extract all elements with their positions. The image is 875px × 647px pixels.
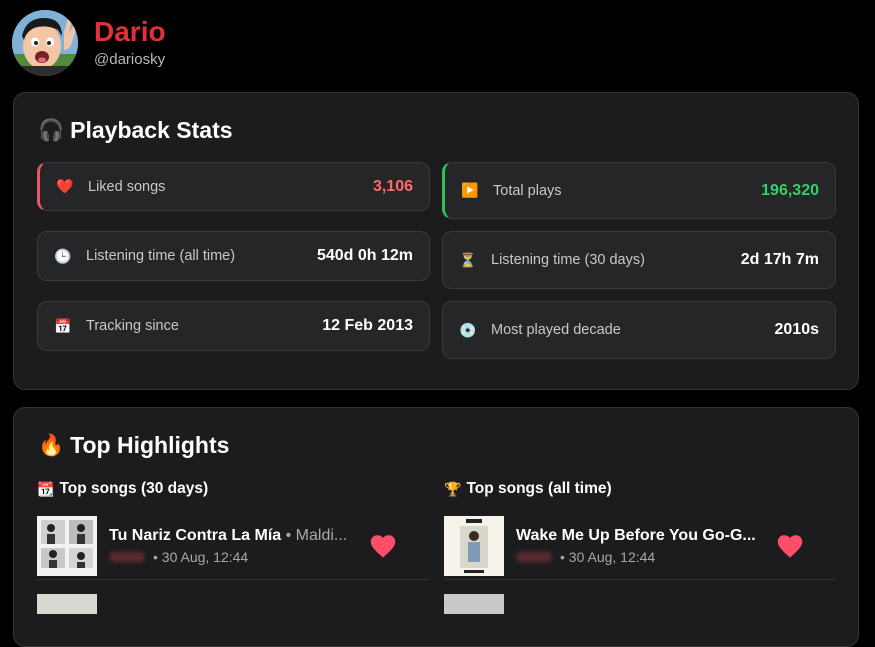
headphones-icon: 🎧 xyxy=(38,118,65,142)
album-cover[interactable] xyxy=(37,515,97,576)
stat-listening-time-all: 🕒 Listening time (all time) 540d 0h 12m xyxy=(37,231,430,281)
stat-tracking-since: 📅 Tracking since 12 Feb 2013 xyxy=(37,301,430,351)
heart-icon[interactable] xyxy=(776,533,804,559)
stat-listening-time-30d: ⏳ Listening time (30 days) 2d 17h 7m xyxy=(442,231,836,289)
top-songs-alltime-title: 🏆 Top songs (all time) xyxy=(444,480,612,497)
song-meta: • 30 Aug, 12:44 xyxy=(109,549,354,565)
album-cover[interactable] xyxy=(444,515,504,576)
profile-name: Dario xyxy=(94,16,166,47)
calendar-icon: 📅 xyxy=(54,317,72,334)
avatar[interactable] xyxy=(12,10,78,76)
song-title[interactable]: Wake Me Up Before You Go-G... xyxy=(516,527,761,545)
album-cover[interactable] xyxy=(444,594,504,614)
stat-most-played-decade: 💿 Most played decade 2010s xyxy=(442,301,836,359)
trophy-icon: 🏆 xyxy=(444,480,462,497)
blurred-username xyxy=(516,551,552,562)
play-icon: ▶️ xyxy=(461,182,479,198)
song-meta: • 30 Aug, 12:44 xyxy=(516,549,761,565)
top-songs-30d-title: 📆 Top songs (30 days) xyxy=(37,480,209,497)
playback-stats-panel: 🎧 Playback Stats ❤️ Liked songs 3,106 ▶️… xyxy=(13,92,859,390)
calendar-icon: 📆 xyxy=(37,480,55,497)
album-cover[interactable] xyxy=(37,594,97,614)
heart-icon: ❤️ xyxy=(56,178,74,194)
top-highlights-panel: 🔥 Top Highlights 📆 Top songs (30 days) 🏆… xyxy=(13,407,859,647)
profile-header: Dario @dariosky xyxy=(12,10,166,76)
profile-handle: @dariosky xyxy=(94,51,166,68)
hourglass-icon: ⏳ xyxy=(459,251,477,268)
clock-icon: 🕒 xyxy=(54,247,72,264)
stat-total-plays: ▶️ Total plays 196,320 xyxy=(442,162,836,219)
top-highlights-title: 🔥 Top Highlights xyxy=(38,432,230,458)
blurred-username xyxy=(109,551,145,562)
song-title[interactable]: Tu Nariz Contra La Mía • Maldi... xyxy=(109,527,354,545)
fire-icon: 🔥 xyxy=(38,433,65,457)
playback-stats-title: 🎧 Playback Stats xyxy=(38,117,233,143)
song-row[interactable]: Wake Me Up Before You Go-G... • 30 Aug, … xyxy=(444,512,836,580)
stat-liked-songs: ❤️ Liked songs 3,106 xyxy=(37,162,430,211)
song-row[interactable]: Tu Nariz Contra La Mía • Maldi... • 30 A… xyxy=(37,512,429,580)
disc-icon: 💿 xyxy=(459,321,477,338)
heart-icon[interactable] xyxy=(369,533,397,559)
